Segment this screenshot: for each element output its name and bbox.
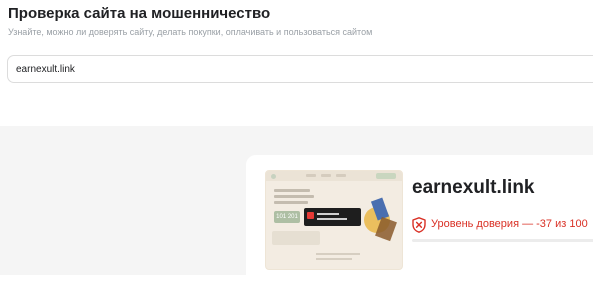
result-card: 101 201 earnexult.link Уровень доверия —… — [246, 155, 593, 285]
search-box[interactable] — [7, 55, 593, 83]
thumbnail-text-line — [316, 258, 352, 260]
shield-icon — [412, 217, 426, 233]
thumbnail-nav-item — [321, 174, 331, 177]
thumbnail-nav-item — [336, 174, 346, 177]
trust-level-text: Уровень доверия — -37 из 100 — [431, 218, 588, 230]
thumbnail-text-line — [316, 253, 360, 255]
thumbnail-nav — [266, 171, 402, 181]
thumbnail-popup-icon — [307, 212, 314, 219]
trust-level-bar — [412, 239, 593, 242]
thumbnail-popup-line — [317, 213, 339, 215]
thumbnail-number: 101 201 — [274, 211, 300, 223]
thumbnail-popup-line — [317, 218, 347, 220]
search-input[interactable] — [16, 62, 316, 76]
thumbnail-heading-line — [274, 195, 314, 198]
page-subtitle: Узнайте, можно ли доверять сайту, делать… — [8, 27, 373, 37]
thumbnail-box — [272, 231, 320, 245]
thumbnail-logo — [271, 174, 276, 179]
thumbnail-nav-item — [306, 174, 316, 177]
site-name: earnexult.link — [412, 177, 535, 198]
thumbnail-heading-line — [274, 201, 308, 204]
page-title: Проверка сайта на мошенничество — [8, 5, 271, 22]
thumbnail-nav-button — [376, 173, 396, 179]
thumbnail-heading-line — [274, 189, 310, 192]
site-screenshot-thumbnail[interactable]: 101 201 — [265, 170, 403, 270]
header-section: Проверка сайта на мошенничество Узнайте,… — [0, 0, 593, 126]
thumbnail-popup — [304, 208, 361, 226]
